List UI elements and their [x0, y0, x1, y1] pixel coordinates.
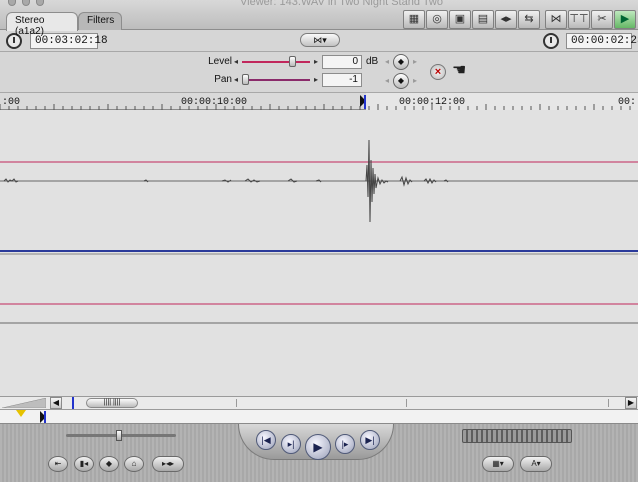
level-value-field[interactable]: 0: [322, 55, 362, 69]
select-all-icon[interactable]: ▤: [472, 10, 494, 29]
level-prev-keyframe-icon[interactable]: ◂: [385, 57, 389, 66]
add-marker-button[interactable]: ⌂: [124, 456, 144, 472]
waveform-display[interactable]: [0, 110, 638, 396]
pan-decrease-icon[interactable]: ◂: [234, 75, 238, 84]
level-decrease-icon[interactable]: ◂: [234, 57, 238, 66]
play-in-out-icon[interactable]: ▶: [614, 10, 636, 29]
add-keyframe-button[interactable]: ◆: [99, 456, 119, 472]
match-frame-button[interactable]: ⇤: [48, 456, 68, 472]
shuttle-knob[interactable]: [116, 430, 122, 441]
ripple-icon[interactable]: ◂▸: [495, 10, 517, 29]
level-slider-thumb[interactable]: [288, 56, 296, 67]
ruler-label-start: :00: [2, 97, 21, 108]
zoom-popup-button[interactable]: A▾: [520, 456, 552, 472]
scroll-tick: [236, 399, 237, 407]
pan-next-keyframe-icon[interactable]: ▸: [413, 76, 417, 85]
marker-popup-button[interactable]: ⋈▾: [300, 33, 340, 47]
ruler-label-12: 00:00:12:00: [399, 97, 466, 108]
render-icon[interactable]: ▣: [449, 10, 471, 29]
scroll-left-icon[interactable]: ◀: [50, 397, 62, 409]
mark-in-out-button[interactable]: ▸◂▸: [152, 456, 184, 472]
mark-in-button[interactable]: ▮◂: [74, 456, 94, 472]
current-clock-icon: [543, 33, 559, 49]
scrubber-playhead-line: [44, 411, 46, 423]
pan-slider-thumb[interactable]: [242, 74, 249, 85]
marker-icon[interactable]: ⋈: [545, 10, 567, 29]
ruler-ticks: [0, 104, 631, 110]
scroll-thumb[interactable]: |||| ||||: [86, 398, 138, 408]
horizontal-scrollbar[interactable]: ◀ |||| |||| ▶: [0, 396, 638, 410]
pan-increase-icon[interactable]: ▸: [314, 75, 318, 84]
window-title: Viewer: 143.WAV in Two Night Stand Two: [240, 0, 443, 8]
scroll-playhead-marker: [72, 397, 74, 409]
ruler-label-end: 00:: [618, 97, 637, 108]
jog-wheel[interactable]: [462, 429, 572, 443]
ruler-label-10: 00:00:10:00: [181, 97, 248, 108]
zoom-slider[interactable]: [2, 398, 46, 408]
level-unit: dB: [366, 56, 379, 67]
razor-icon[interactable]: ✂: [591, 10, 613, 29]
pan-slider[interactable]: ◂ ▸: [234, 74, 318, 86]
in-point-marker-icon[interactable]: [16, 410, 26, 417]
minimize-window-button[interactable]: [22, 0, 30, 6]
level-increase-icon[interactable]: ▸: [314, 57, 318, 66]
shuttle-slider[interactable]: [66, 430, 176, 442]
pan-keyframe-button[interactable]: ◆: [393, 73, 409, 89]
pan-value-field[interactable]: -1: [322, 73, 362, 87]
roll-icon[interactable]: ⇆: [518, 10, 540, 29]
ruler-playhead-line: [364, 95, 366, 109]
level-next-keyframe-icon[interactable]: ▸: [413, 57, 417, 66]
audio-controls: Level ◂ ▸ 0 dB ◂ ◆ ▸ Pan ◂ ▸ -1 ◂ ◆ ▸ × …: [0, 52, 638, 92]
prev-edit-button[interactable]: |◀: [256, 430, 276, 450]
transport-controls: |◀ ▸| ▶ |▸ ▶| ⇤ ▮◂ ◆ ⌂ ▸◂▸ ▦▾ A▾: [0, 424, 638, 482]
play-button[interactable]: ▶: [305, 434, 331, 460]
zoom-window-button[interactable]: [36, 0, 44, 6]
play-around-button[interactable]: |▸: [335, 434, 355, 454]
add-edit-icon[interactable]: ▦: [403, 10, 425, 29]
toolbar: ▦ ◎ ▣ ▤ ◂▸ ⇆ ⋈ ⊤⊤ ✂ ▶: [403, 10, 636, 29]
scrubber-bar[interactable]: [0, 410, 638, 424]
title-bar: Viewer: 143.WAV in Two Night Stand Two S…: [0, 0, 638, 37]
pan-prev-keyframe-icon[interactable]: ◂: [385, 76, 389, 85]
current-timecode-field[interactable]: 00:00:02:23: [566, 33, 638, 49]
window-controls: [8, 0, 44, 6]
scroll-tick: [608, 399, 609, 407]
view-popup-button[interactable]: ▦▾: [482, 456, 514, 472]
select-track-icon[interactable]: ◎: [426, 10, 448, 29]
scroll-tick: [406, 399, 407, 407]
timeline-ruler[interactable]: :00 00:00:10:00 00:00:12:00 00:: [0, 92, 638, 110]
tab-filters[interactable]: Filters: [78, 12, 122, 30]
next-edit-button[interactable]: ▶|: [360, 430, 380, 450]
scroll-right-icon[interactable]: ▶: [625, 397, 637, 409]
pan-slider-track: [242, 79, 310, 81]
drag-hand-icon[interactable]: ☚: [452, 60, 466, 80]
level-label: Level: [208, 56, 232, 67]
pan-label: Pan: [214, 74, 232, 85]
play-in-to-out-button[interactable]: ▸|: [281, 434, 301, 454]
split-icon[interactable]: ⊤⊤: [568, 10, 590, 29]
level-slider[interactable]: ◂ ▸: [234, 56, 318, 68]
reset-button[interactable]: ×: [430, 64, 446, 80]
level-slider-track: [242, 61, 310, 63]
level-keyframe-button[interactable]: ◆: [393, 54, 409, 70]
waveform-area[interactable]: [0, 110, 638, 396]
timecode-row: 00:03:02:18 ⋈▾ 00:00:02:23: [0, 30, 638, 52]
close-window-button[interactable]: [8, 0, 16, 6]
tab-stereo[interactable]: Stereo (a1a2): [6, 12, 78, 37]
